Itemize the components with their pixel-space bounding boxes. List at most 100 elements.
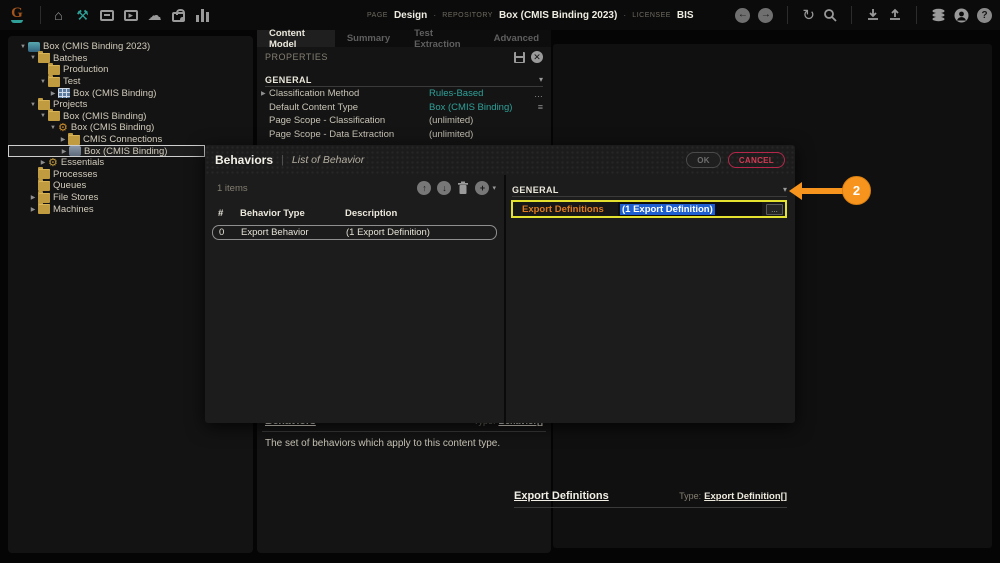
licensee-value: BIS bbox=[677, 10, 694, 21]
delete-icon[interactable] bbox=[457, 181, 469, 195]
folder-icon bbox=[38, 100, 50, 110]
back-icon[interactable]: ← bbox=[735, 8, 750, 23]
tab-bar: Content Model Summary Test Extraction Ad… bbox=[257, 30, 551, 47]
expand-arrow-icon[interactable]: ▼ bbox=[38, 79, 48, 85]
expand-arrow-icon[interactable]: ▶ bbox=[261, 90, 269, 97]
page-value[interactable]: Design bbox=[394, 10, 427, 21]
cloud-import-icon[interactable]: ☁ bbox=[147, 8, 162, 22]
tab-content-model[interactable]: Content Model bbox=[257, 30, 335, 47]
expand-arrow-icon[interactable]: ▼ bbox=[28, 102, 38, 108]
expand-arrow-icon[interactable]: ▶ bbox=[38, 159, 48, 166]
ok-button[interactable]: OK bbox=[686, 152, 721, 168]
arrow-head-icon bbox=[789, 182, 802, 200]
add-icon[interactable]: + bbox=[475, 181, 489, 195]
tree-item[interactable]: ▶CMIS Connections bbox=[8, 134, 253, 146]
export-definitions-help: Export Definitions Type: Export Definiti… bbox=[514, 490, 787, 508]
expand-arrow-icon[interactable]: ▶ bbox=[58, 136, 68, 143]
grooper-logo[interactable]: G bbox=[0, 0, 34, 30]
tree-item[interactable]: ▼Test bbox=[8, 76, 253, 88]
items-count: 1 items bbox=[217, 183, 417, 194]
tree-item[interactable]: ▼Box (CMIS Binding 2023) bbox=[8, 41, 253, 53]
refresh-icon[interactable]: ↻ bbox=[802, 6, 815, 24]
jobs-icon[interactable] bbox=[171, 9, 186, 22]
folder-icon bbox=[48, 77, 60, 87]
table-header-row: # Behavior Type Description bbox=[212, 205, 497, 222]
tree-item[interactable]: ▼⚙Box (CMIS Binding) bbox=[8, 122, 253, 134]
dialog-header: Behaviors | List of Behavior OK CANCEL bbox=[205, 145, 795, 175]
repository-value[interactable]: Box (CMIS Binding 2023) bbox=[499, 10, 617, 21]
database-icon[interactable] bbox=[931, 8, 946, 22]
export-definitions-label: Export Definitions bbox=[513, 204, 618, 215]
chevron-down-icon: ▾ bbox=[783, 185, 787, 194]
tree-item[interactable]: ▼Projects bbox=[8, 99, 253, 111]
repository-icon bbox=[28, 42, 40, 52]
tree-item[interactable]: ▼Box (CMIS Binding) bbox=[8, 111, 253, 123]
behavior-table: # Behavior Type Description 0 Export Beh… bbox=[212, 205, 497, 240]
chevron-down-icon: ▾ bbox=[539, 75, 543, 84]
cancel-button[interactable]: CANCEL bbox=[728, 152, 785, 168]
folder-icon bbox=[38, 53, 50, 63]
behavior-detail-pane: GENERAL ▾ Export Definitions (1 Export D… bbox=[506, 175, 795, 423]
folder-icon bbox=[38, 204, 50, 214]
content-type-icon bbox=[69, 146, 81, 156]
help-icon[interactable]: ? bbox=[977, 8, 992, 23]
export-definitions-row[interactable]: Export Definitions (1 Export Definition)… bbox=[511, 200, 787, 218]
help-description: The set of behaviors which apply to this… bbox=[262, 438, 546, 449]
user-icon[interactable] bbox=[954, 8, 969, 23]
close-icon[interactable]: ✕ bbox=[531, 51, 543, 63]
home-icon[interactable]: ⌂ bbox=[51, 8, 66, 22]
gear-icon: ⚙ bbox=[48, 158, 58, 168]
expand-arrow-icon[interactable]: ▼ bbox=[18, 44, 28, 50]
expand-arrow-icon[interactable]: ▼ bbox=[28, 55, 38, 61]
top-bar: G ⌂ ⚒ ☁ PAGE Design · REPOSITORY Box (CM… bbox=[0, 0, 1000, 30]
design-tools-icon[interactable]: ⚒ bbox=[75, 8, 90, 22]
tree-item-selected[interactable]: ▶Box (CMIS Binding) bbox=[8, 145, 205, 157]
property-row[interactable]: Page Scope - Classification (unlimited) bbox=[257, 114, 551, 128]
forward-icon[interactable]: → bbox=[758, 8, 773, 23]
expand-arrow-icon[interactable]: ▼ bbox=[48, 125, 58, 131]
expand-arrow-icon[interactable]: ▶ bbox=[48, 90, 58, 97]
batch-icon bbox=[58, 88, 70, 98]
stats-icon[interactable] bbox=[195, 9, 210, 22]
behavior-list-pane: 1 items ↑ ↓ + ▾ # Behavior Type Descript… bbox=[205, 175, 504, 423]
save-icon[interactable] bbox=[514, 52, 525, 63]
tab-advanced[interactable]: Advanced bbox=[482, 30, 551, 47]
export-definitions-value[interactable]: (1 Export Definition) bbox=[618, 202, 762, 216]
behaviors-dialog: Behaviors | List of Behavior OK CANCEL 1… bbox=[205, 145, 795, 423]
dialog-subtitle: List of Behavior bbox=[292, 154, 364, 166]
menu-icon[interactable]: ≡ bbox=[538, 102, 543, 112]
expand-arrow-icon[interactable]: ▼ bbox=[38, 113, 48, 119]
folder-icon bbox=[38, 193, 50, 203]
expand-arrow-icon[interactable]: ▶ bbox=[28, 194, 38, 201]
expand-arrow-icon[interactable]: ▶ bbox=[59, 148, 69, 155]
table-row-selected[interactable]: 0 Export Behavior (1 Export Definition) bbox=[212, 225, 497, 240]
move-down-icon[interactable]: ↓ bbox=[437, 181, 451, 195]
move-up-icon[interactable]: ↑ bbox=[417, 181, 431, 195]
folder-icon bbox=[38, 169, 50, 179]
general-section-header[interactable]: GENERAL ▾ bbox=[512, 183, 787, 197]
tab-summary[interactable]: Summary bbox=[335, 30, 402, 47]
upload-icon[interactable] bbox=[888, 8, 902, 22]
folder-icon bbox=[48, 65, 60, 75]
property-row[interactable]: Page Scope - Data Extraction (unlimited) bbox=[257, 128, 551, 142]
general-section-header[interactable]: GENERAL ▾ bbox=[265, 73, 543, 87]
help-title: Export Definitions bbox=[514, 490, 679, 502]
tree-item[interactable]: Production bbox=[8, 64, 253, 76]
property-row[interactable]: Default Content Type Box (CMIS Binding) … bbox=[257, 101, 551, 115]
ellipsis-button[interactable]: ... bbox=[766, 204, 783, 215]
ellipsis-button[interactable]: … bbox=[534, 89, 543, 99]
property-row[interactable]: ▶ Classification Method Rules-Based … bbox=[257, 87, 551, 101]
add-dropdown-caret-icon[interactable]: ▾ bbox=[492, 184, 496, 192]
repository-label: REPOSITORY bbox=[442, 12, 493, 19]
tree-item[interactable]: ▶Box (CMIS Binding) bbox=[8, 87, 253, 99]
licensee-label: LICENSEE bbox=[632, 12, 671, 19]
search-icon[interactable] bbox=[823, 8, 837, 22]
type-link[interactable]: Export Definition[] bbox=[704, 491, 787, 502]
batch-process-icon[interactable] bbox=[123, 10, 138, 21]
tab-test-extraction[interactable]: Test Extraction bbox=[402, 30, 481, 47]
content-model-icon: ⚙ bbox=[58, 123, 68, 133]
tree-item[interactable]: ▼Batches bbox=[8, 53, 253, 65]
batches-icon[interactable] bbox=[99, 10, 114, 21]
expand-arrow-icon[interactable]: ▶ bbox=[28, 206, 38, 213]
download-icon[interactable] bbox=[866, 8, 880, 22]
